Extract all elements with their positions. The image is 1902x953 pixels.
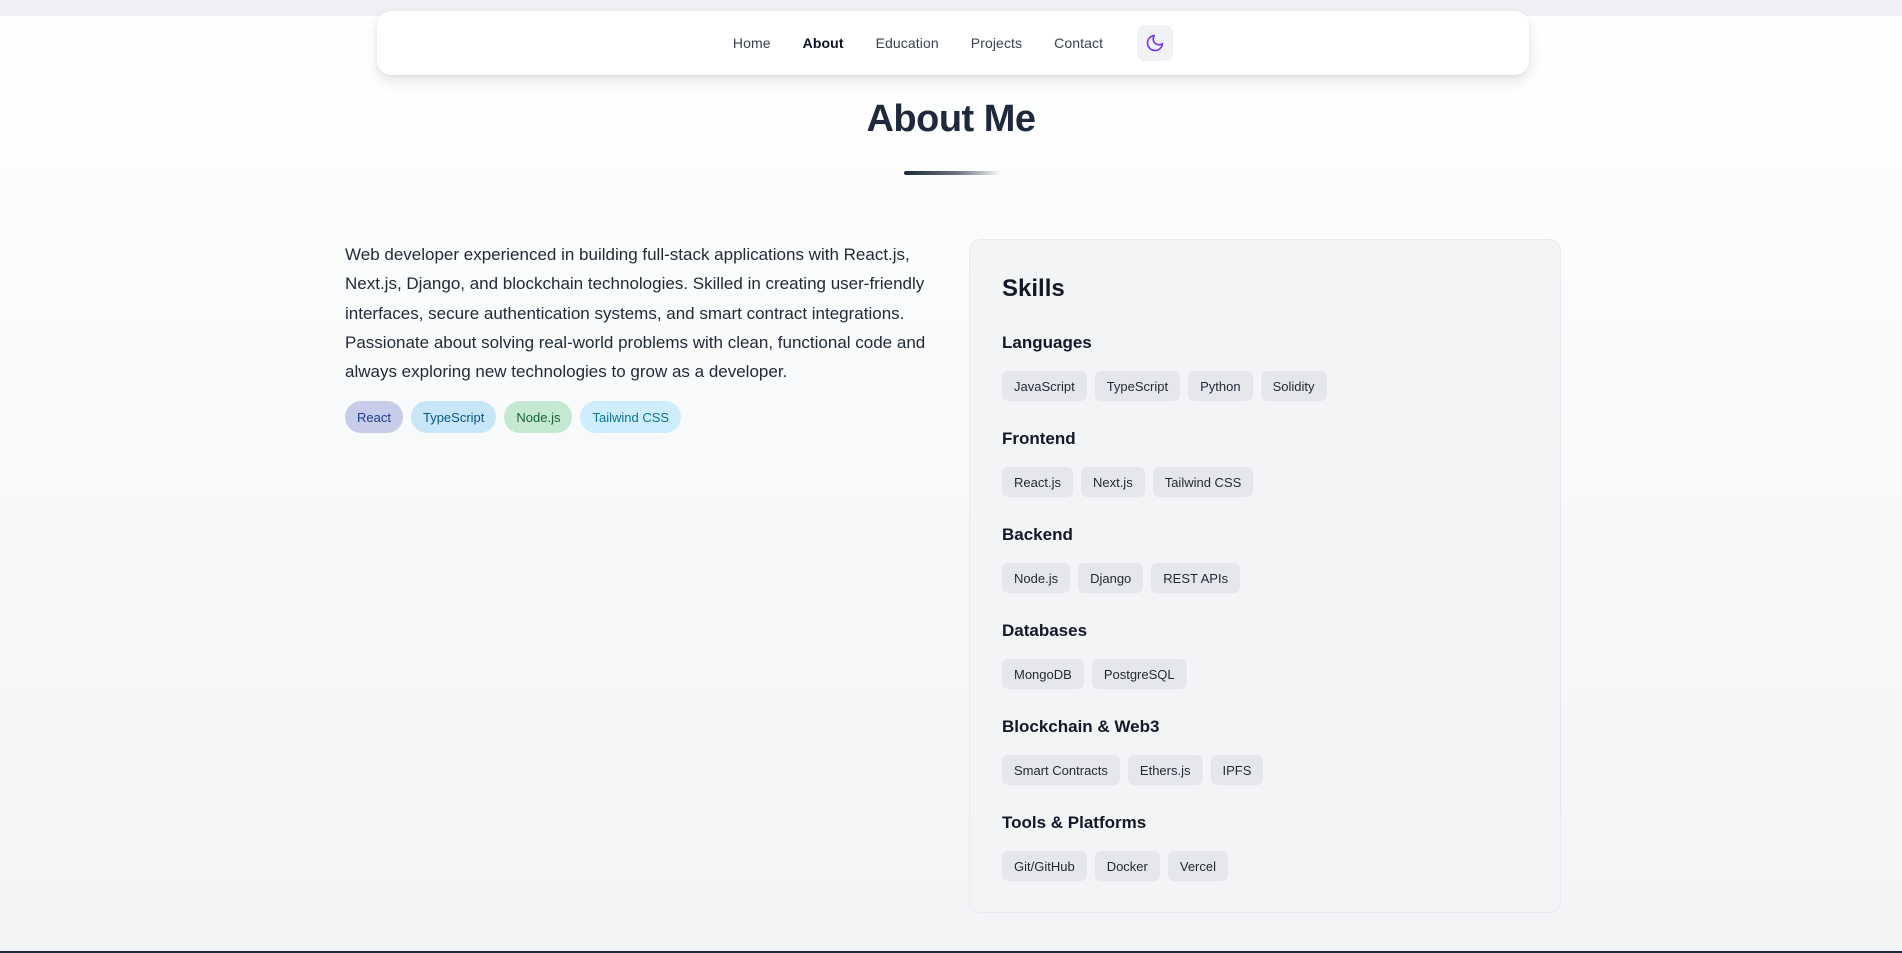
skill-chip: Django (1078, 563, 1144, 593)
tech-tags: React TypeScript Node.js Tailwind CSS (345, 401, 682, 433)
skill-group-title: Backend (1002, 525, 1073, 544)
skill-chips: React.js Next.js Tailwind CSS (1002, 467, 1254, 497)
skill-chip: Solidity (1260, 371, 1327, 401)
skill-chips: Git/GitHub Docker Vercel (1002, 851, 1229, 881)
skill-chip: Ethers.js (1127, 755, 1203, 785)
skill-chip: React.js (1002, 467, 1073, 497)
skill-chips: Smart Contracts Ethers.js IPFS (1002, 755, 1264, 785)
skill-chip: IPFS (1210, 755, 1264, 785)
nav-link-contact[interactable]: Contact (1054, 35, 1103, 51)
tag-react: React (345, 401, 403, 433)
skill-chip: TypeScript (1094, 371, 1181, 401)
page-title: About Me (866, 98, 1036, 140)
title-underline (904, 171, 1000, 175)
theme-toggle-button[interactable] (1137, 25, 1174, 61)
skill-group-title: Databases (1002, 621, 1088, 640)
nav-link-home[interactable]: Home (733, 35, 771, 51)
skill-chips: JavaScript TypeScript Python Solidity (1002, 371, 1327, 401)
skill-chip: Docker (1094, 851, 1160, 881)
nav-link-education[interactable]: Education (876, 35, 939, 51)
tag-tailwind: Tailwind CSS (580, 401, 682, 433)
nav-link-projects[interactable]: Projects (971, 35, 1022, 51)
skills-card: Skills Languages JavaScript TypeScript P… (969, 239, 1561, 913)
navbar: Home About Education Projects Contact (377, 11, 1529, 75)
skill-chips: MongoDB PostgreSQL (1002, 659, 1187, 689)
skill-chip: MongoDB (1002, 659, 1084, 689)
skill-chip: Next.js (1080, 467, 1145, 497)
about-description: Web developer experienced in building fu… (345, 245, 926, 382)
skill-chip: JavaScript (1002, 371, 1087, 401)
skill-group-tools: Tools & Platforms Git/GitHub Docker Verc… (1002, 811, 1229, 881)
nav-link-about[interactable]: About (803, 35, 844, 51)
skill-chip: Vercel (1167, 851, 1229, 881)
skill-chip: Python (1188, 371, 1253, 401)
skills-title: Skills (1002, 275, 1065, 302)
skill-chips: Node.js Django REST APIs (1002, 563, 1241, 593)
skill-group-blockchain: Blockchain & Web3 Smart Contracts Ethers… (1002, 715, 1264, 785)
skill-chip: REST APIs (1151, 563, 1241, 593)
skill-chip: PostgreSQL (1091, 659, 1187, 689)
skill-group-frontend: Frontend React.js Next.js Tailwind CSS (1002, 427, 1254, 497)
moon-icon (1146, 34, 1164, 52)
skill-chip: Smart Contracts (1002, 755, 1120, 785)
skill-group-languages: Languages JavaScript TypeScript Python S… (1002, 331, 1327, 401)
skill-group-title: Frontend (1002, 429, 1076, 448)
skill-group-backend: Backend Node.js Django REST APIs (1002, 523, 1241, 593)
skill-chip: Git/GitHub (1002, 851, 1087, 881)
skill-group-title: Blockchain & Web3 (1002, 717, 1160, 736)
skill-chip: Node.js (1002, 563, 1071, 593)
skill-chip: Tailwind CSS (1152, 467, 1254, 497)
skill-group-title: Tools & Platforms (1002, 813, 1147, 832)
skill-group-title: Languages (1002, 333, 1092, 352)
tag-nodejs: Node.js (504, 401, 573, 433)
nav-links: Home About Education Projects Contact (733, 35, 1103, 51)
skill-group-databases: Databases MongoDB PostgreSQL (1002, 619, 1187, 689)
tag-typescript: TypeScript (410, 401, 497, 433)
